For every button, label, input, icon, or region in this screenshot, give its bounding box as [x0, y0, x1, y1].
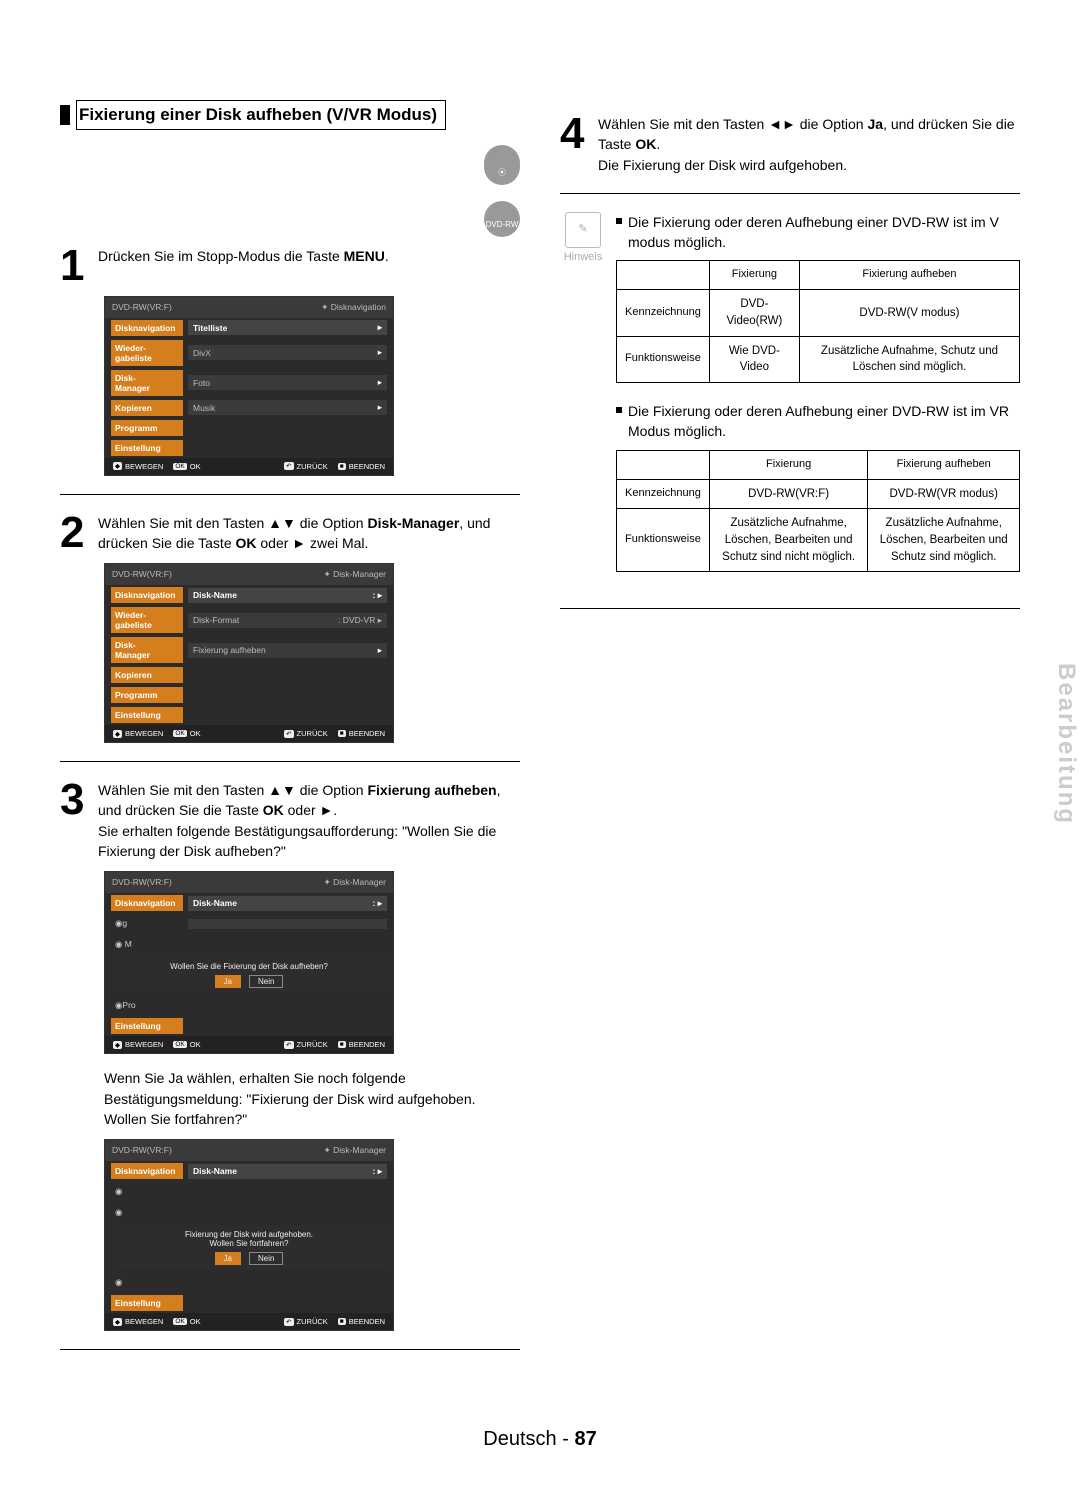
- step-text: Wählen Sie mit den Tasten ▲▼ die Option …: [98, 513, 520, 554]
- divider: [60, 761, 520, 762]
- divider: [60, 1349, 520, 1350]
- step-number: 3: [60, 780, 88, 861]
- step-4: 4 Wählen Sie mit den Tasten ◄► die Optio…: [560, 114, 1020, 175]
- divider: [60, 494, 520, 495]
- no-button[interactable]: Nein: [249, 1252, 283, 1265]
- confirm-dialog-2: Fixierung der Disk wird aufgehoben. Woll…: [113, 1226, 385, 1269]
- yes-button[interactable]: Ja: [215, 1252, 241, 1265]
- ui-screenshot-2: DVD-RW(VR:F)✦ Disk-Manager Disknavigatio…: [104, 563, 394, 743]
- step-2: 2 Wählen Sie mit den Tasten ▲▼ die Optio…: [60, 513, 520, 554]
- divider: [560, 608, 1020, 609]
- note-icon: ✎: [565, 212, 601, 248]
- disc-type-badge: ⦿DVD-RW: [60, 145, 520, 232]
- divider: [560, 193, 1020, 194]
- ui-screenshot-3: DVD-RW(VR:F)✦ Disk-Manager Disknavigatio…: [104, 871, 394, 1054]
- page-footer: Deutsch - 87: [60, 1428, 1020, 1451]
- step-1: 1 Drücken Sie im Stopp-Modus die Taste M…: [60, 246, 520, 286]
- table-vr-mode: FixierungFixierung aufheben Kennzeichnun…: [616, 450, 1020, 573]
- ui-screenshot-4: DVD-RW(VR:F)✦ Disk-Manager Disknavigatio…: [104, 1139, 394, 1331]
- section-title-bar: Fixierung einer Disk aufheben (V/VR Modu…: [60, 100, 520, 130]
- ui-screenshot-1: DVD-RW(VR:F)✦ Disknavigation Disknavigat…: [104, 296, 394, 476]
- step-text: Drücken Sie im Stopp-Modus die Taste MEN…: [98, 246, 520, 286]
- step-number: 2: [60, 513, 88, 554]
- step-3b-text: Wenn Sie Ja wählen, erhalten Sie noch fo…: [104, 1068, 520, 1129]
- note-item: Die Fixierung oder deren Aufhebung einer…: [628, 212, 1020, 253]
- step-3: 3 Wählen Sie mit den Tasten ▲▼ die Optio…: [60, 780, 520, 861]
- note-block: ✎ Hinweis Die Fixierung oder deren Aufhe…: [560, 212, 1020, 590]
- step-number: 4: [560, 114, 588, 175]
- confirm-dialog-1: Wollen Sie die Fixierung der Disk aufheb…: [113, 958, 385, 992]
- section-title: Fixierung einer Disk aufheben (V/VR Modu…: [76, 100, 446, 130]
- side-tab: Bearbeitung: [1052, 662, 1080, 824]
- no-button[interactable]: Nein: [249, 975, 283, 988]
- note-label: Hinweis: [560, 250, 606, 266]
- step-text: Wählen Sie mit den Tasten ▲▼ die Option …: [98, 780, 520, 861]
- yes-button[interactable]: Ja: [215, 975, 241, 988]
- step-number: 1: [60, 246, 88, 286]
- table-v-mode: FixierungFixierung aufheben Kennzeichnun…: [616, 260, 1020, 383]
- title-marker: [60, 105, 70, 125]
- note-item: Die Fixierung oder deren Aufhebung einer…: [628, 401, 1020, 442]
- step-text: Wählen Sie mit den Tasten ◄► die Option …: [598, 114, 1020, 175]
